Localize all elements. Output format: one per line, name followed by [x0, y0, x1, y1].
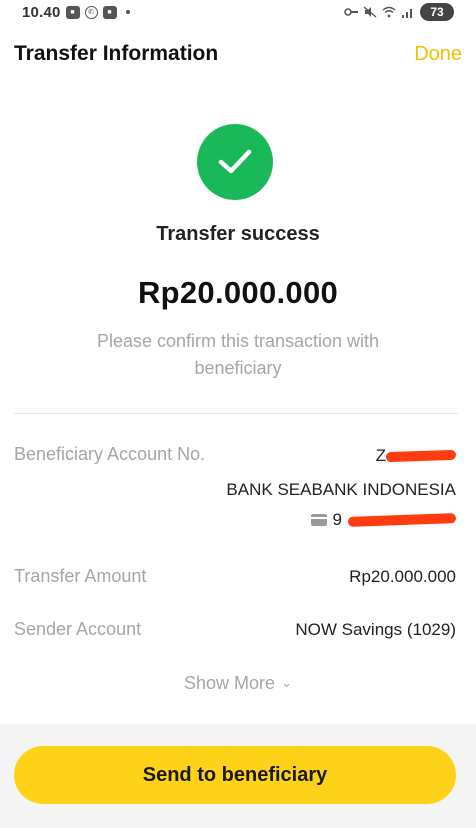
check-icon [218, 149, 252, 174]
show-more-toggle[interactable]: Show More ⌄ [0, 673, 476, 694]
show-more-label: Show More [184, 673, 276, 693]
status-time: 10.40 [22, 3, 61, 21]
transfer-amount-label: Transfer Amount [14, 566, 147, 586]
status-right: 73 [344, 3, 454, 21]
redaction-mark [385, 449, 457, 463]
send-to-beneficiary-button[interactable]: Send to beneficiary [14, 746, 456, 804]
page-title: Transfer Information [14, 42, 219, 65]
done-button[interactable]: Done [414, 43, 462, 66]
redaction-mark [347, 513, 457, 527]
sender-account-label: Sender Account [14, 619, 142, 639]
transfer-status-title: Transfer success [156, 223, 320, 245]
status-left: 10.40 ■ ✆ ■ [22, 4, 130, 21]
beneficiary-account-label: Beneficiary Account No. [14, 444, 206, 464]
wifi-icon [382, 6, 396, 18]
more-notifications-dot-icon [125, 10, 130, 14]
chevron-down-icon: ⌄ [281, 675, 292, 690]
card-icon [310, 514, 327, 526]
beneficiary-bank-name: BANK SEABANK INDONESIA [226, 480, 456, 499]
beneficiary-name-initial: Z [375, 446, 386, 465]
account-number-prefix: 9 [332, 510, 342, 529]
vpn-key-icon [344, 8, 358, 16]
beneficiary-account-number: 9 [310, 510, 457, 530]
success-badge [197, 124, 273, 200]
beneficiary-name: Z [375, 446, 457, 466]
mute-icon [363, 6, 377, 18]
status-bar: 10.40 ■ ✆ ■ 73 [0, 0, 476, 24]
notification-app-icon: ■ [65, 5, 80, 19]
signal-icon [402, 9, 412, 18]
transfer-amount-value: Rp20.000.000 [349, 567, 456, 586]
battery-indicator: 73 [420, 3, 454, 21]
divider [14, 413, 458, 414]
app-header: Transfer Information Done [0, 30, 476, 78]
whatsapp-icon: ✆ [84, 5, 98, 19]
transfer-amount-heading: Rp20.000.000 [137, 275, 339, 310]
sender-account-value: NOW Savings (1029) [295, 620, 456, 639]
confirmation-note: Please confirm this transaction with ben… [96, 331, 380, 378]
notification-app-icon: ■ [102, 5, 117, 19]
